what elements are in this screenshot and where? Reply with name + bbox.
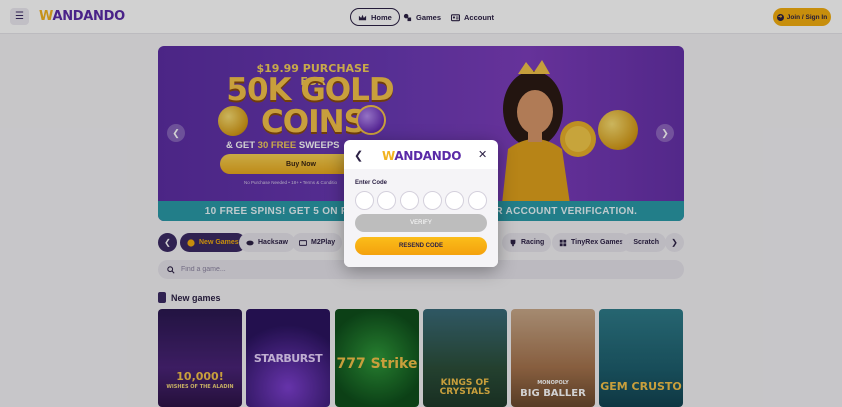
- game-tile-kings-of-crystals[interactable]: KINGS OF CRYSTALS: [423, 309, 507, 407]
- banner-subline: & GET 30 FREE SWEEPS: [226, 140, 340, 151]
- mask-icon: [246, 240, 254, 245]
- category-tinyrex-games[interactable]: TinyRex Games: [552, 233, 631, 252]
- category-m2play[interactable]: M2Play: [292, 233, 343, 252]
- join-sign-in-button[interactable]: ➜ Join / Sign In: [773, 8, 831, 26]
- code-digit-1[interactable]: [355, 191, 374, 210]
- floating-coin-image: [598, 110, 638, 150]
- back-button[interactable]: ❮: [354, 149, 363, 162]
- search-input[interactable]: [181, 266, 661, 273]
- top-header: ☰ WANDANDO Home Games Account ➜ Join / S…: [0, 0, 842, 34]
- code-digit-4[interactable]: [423, 191, 442, 210]
- game-tile-big-baller[interactable]: MONOPOLY BIG BALLER: [511, 309, 595, 407]
- resend-code-button[interactable]: RESEND CODE: [355, 237, 487, 255]
- grid-icon: [559, 239, 567, 246]
- category-scratch[interactable]: Scratch: [622, 233, 666, 252]
- game-tile-gem-crusto[interactable]: GEM CRUSTO: [599, 309, 683, 407]
- modal-body: Enter Code VERIFY RESEND CODE: [344, 169, 498, 267]
- code-digit-6[interactable]: [468, 191, 487, 210]
- nav-home[interactable]: Home: [350, 8, 400, 26]
- trophy-icon: [510, 239, 516, 246]
- enter-code-label: Enter Code: [355, 180, 388, 186]
- crown-icon: [358, 14, 367, 20]
- search-icon: [167, 265, 175, 274]
- chevron-left-icon: ❮: [354, 150, 364, 162]
- modal-logo: WANDANDO: [382, 149, 462, 163]
- verify-button[interactable]: VERIFY: [355, 214, 487, 232]
- categories-next-arrow[interactable]: ❯: [665, 233, 684, 252]
- menu-button[interactable]: ☰: [10, 8, 29, 25]
- id-card-icon: [451, 13, 460, 21]
- m2-icon: [299, 239, 307, 246]
- hamburger-icon: ☰: [15, 11, 24, 22]
- close-button[interactable]: ✕: [478, 148, 487, 161]
- banner-prev-arrow[interactable]: ❮: [167, 124, 185, 142]
- gold-coin-image: [218, 106, 248, 136]
- new-games-heading: New games: [158, 292, 221, 303]
- verification-modal: ❮ WANDANDO ✕ Enter Code VERIFY RESEND CO…: [344, 140, 498, 267]
- category-racing[interactable]: Racing: [502, 233, 552, 252]
- login-arrow-icon: ➜: [776, 13, 784, 21]
- chevron-right-icon: ❯: [661, 127, 669, 138]
- category-hacksaw[interactable]: Hacksaw: [239, 233, 295, 252]
- banner-fineprint: No Purchase Needed • 18+ • Terms & Condi…: [244, 180, 337, 185]
- game-tile-aladin[interactable]: 10,000! WISHES OF THE ALADIN: [158, 309, 242, 407]
- chevron-right-icon: ❯: [671, 238, 678, 247]
- sweeps-coin-image: [356, 105, 386, 135]
- code-digit-2[interactable]: [377, 191, 396, 210]
- nav-games[interactable]: Games: [396, 8, 448, 26]
- new-games-icon: [158, 292, 166, 303]
- banner-headline-coins: COINS: [261, 104, 366, 140]
- banner-next-arrow[interactable]: ❯: [656, 124, 674, 142]
- game-pieces-icon: [403, 13, 412, 21]
- category-new-games[interactable]: New Games: [180, 233, 246, 252]
- close-icon: ✕: [478, 149, 488, 161]
- chevron-left-icon: ❮: [164, 238, 171, 247]
- game-tile-starburst[interactable]: STARBURST: [246, 309, 330, 407]
- categories-prev-arrow[interactable]: ❮: [158, 233, 177, 252]
- new-icon: [187, 238, 195, 247]
- game-tile-777-strike[interactable]: 777 Strike: [335, 309, 419, 407]
- banner-headline-large: 50K GOLD: [226, 72, 394, 108]
- nav-account[interactable]: Account: [444, 8, 501, 26]
- site-logo[interactable]: WANDANDO: [39, 9, 125, 24]
- chevron-left-icon: ❮: [172, 127, 180, 138]
- code-digit-5[interactable]: [445, 191, 464, 210]
- code-digit-3[interactable]: [400, 191, 419, 210]
